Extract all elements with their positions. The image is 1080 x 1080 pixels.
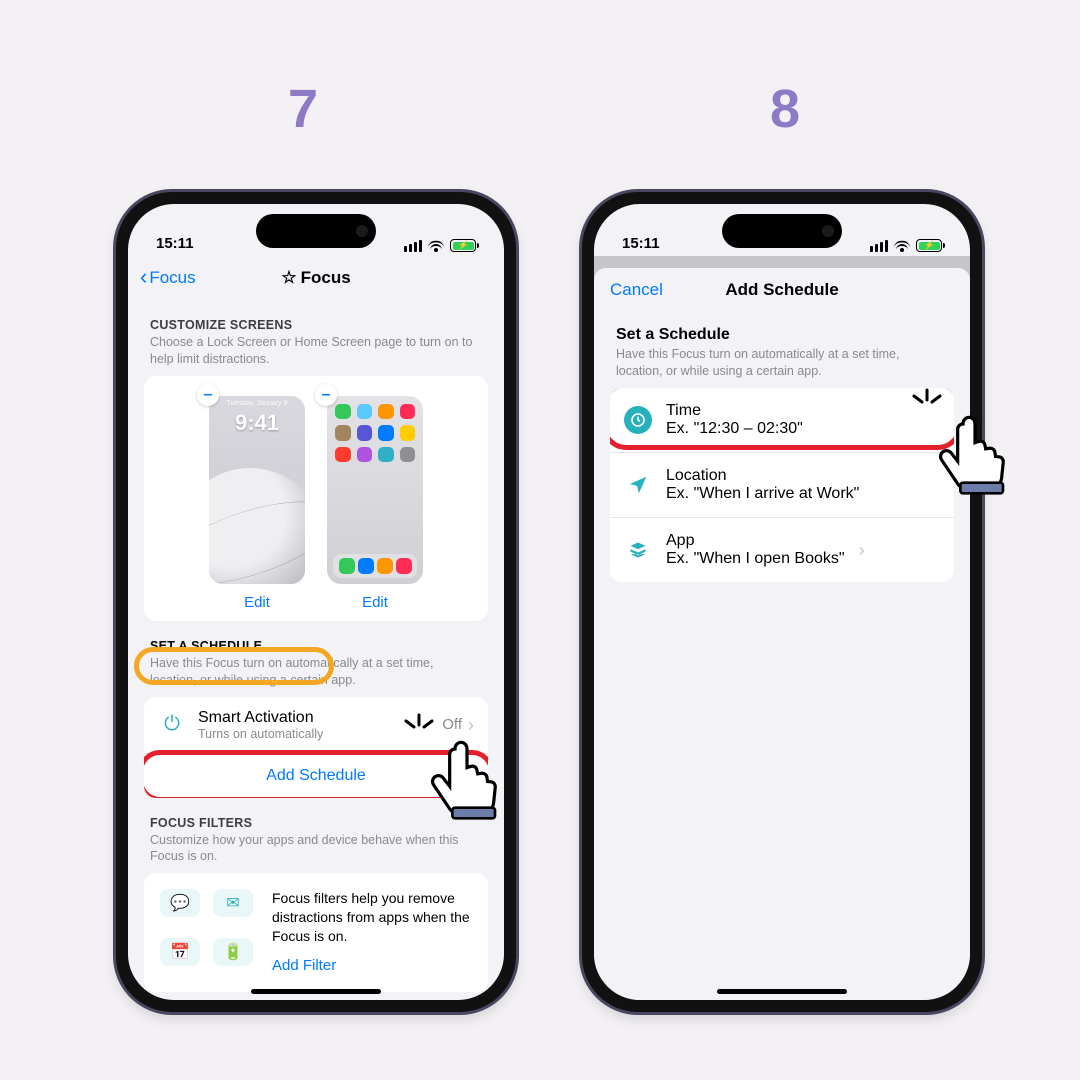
lock-time: 9:41 [209,410,305,436]
nav-bar: ‹ Focus ☆ Focus [128,256,504,300]
option-app-sub: Ex. "When I open Books" [666,550,845,568]
add-filter-link[interactable]: Add Filter [272,956,472,976]
back-label: Focus [149,268,195,288]
section-customize-heading: CUSTOMIZE SCREENS [150,318,482,332]
content-left: CUSTOMIZE SCREENS Choose a Lock Screen o… [128,300,504,1000]
section-filters-desc: Customize how your apps and device behav… [150,832,482,866]
section-customize-desc: Choose a Lock Screen or Home Screen page… [150,334,482,368]
wifi-icon [894,240,910,252]
screen-left: 15:11 ‹ Focus ☆ Focus CUSTOMIZE SCREENS … [128,204,504,1000]
cellular-icon [870,240,888,252]
dynamic-island [722,214,842,248]
edit-homescreen-link[interactable]: Edit [323,594,427,611]
schedule-options-card: Time Ex. "12:30 – 02:30" Location Ex. "W… [610,388,954,582]
power-icon: ⏻ [158,713,186,736]
mail-icon: ✉︎ [213,889,253,917]
page-title: ☆ Focus [281,268,350,288]
option-time-title: Time [666,402,803,420]
customize-card: Tuesday, January 9 9:41 – Edit – [144,376,488,621]
location-icon [624,474,652,496]
chevron-right-icon: › [859,541,865,559]
homescreen-preview[interactable]: – Edit [323,392,427,611]
section-set-schedule-heading: Set a Schedule [616,326,948,344]
status-time: 15:11 [622,235,660,252]
step-number-right: 8 [770,78,800,140]
remove-homescreen-button[interactable]: – [315,384,337,406]
smart-activation-row[interactable]: ⏻ Smart Activation Turns on automaticall… [144,697,488,753]
step-number-left: 7 [288,78,318,140]
sheet-title: Add Schedule [725,280,838,300]
lockscreen-preview[interactable]: Tuesday, January 9 9:41 – Edit [205,392,309,611]
filter-icons: 💬 ✉︎ 📅 🔋 [160,889,256,976]
messages-icon: 💬 [160,889,200,917]
screen-right: 15:11 Cancel Add Schedule Set a Schedule… [594,204,970,1000]
section-filters-heading: FOCUS FILTERS [150,816,482,830]
calendar-icon: 📅 [160,938,200,966]
back-button[interactable]: ‹ Focus [140,267,196,289]
battery-icon [916,239,942,252]
option-app-title: App [666,532,845,550]
edit-lockscreen-link[interactable]: Edit [205,594,309,611]
home-indicator[interactable] [717,989,847,994]
wifi-icon [428,240,444,252]
remove-lockscreen-button[interactable]: – [197,384,219,406]
option-app-row[interactable]: App Ex. "When I open Books" › [610,517,954,582]
add-schedule-button[interactable]: Add Schedule [144,753,488,798]
section-schedule-desc: Have this Focus turn on automatically at… [150,655,482,689]
option-location-title: Location [666,467,859,485]
star-icon: ☆ [281,268,296,288]
sheet-nav: Cancel Add Schedule [594,268,970,312]
dynamic-island [256,214,376,248]
home-indicator[interactable] [251,989,381,994]
chevron-left-icon: ‹ [140,266,147,288]
low-power-icon: 🔋 [213,938,253,966]
app-icon [624,540,652,560]
sheet: Cancel Add Schedule Set a Schedule Have … [594,268,970,1000]
filters-blurb: Focus filters help you remove distractio… [272,890,470,944]
option-time-row[interactable]: Time Ex. "12:30 – 02:30" [610,388,954,452]
phone-right: 15:11 Cancel Add Schedule Set a Schedule… [582,192,982,1012]
option-time-sub: Ex. "12:30 – 02:30" [666,420,803,438]
section-set-schedule-desc: Have this Focus turn on automatically at… [616,346,948,380]
cancel-button[interactable]: Cancel [610,280,663,300]
smart-activation-title: Smart Activation [198,709,430,727]
option-location-sub: Ex. "When I arrive at Work" [666,485,859,503]
schedule-card: ⏻ Smart Activation Turns on automaticall… [144,697,488,798]
filters-card: 💬 ✉︎ 📅 🔋 Focus filters help you remove d… [144,873,488,992]
battery-icon [450,239,476,252]
status-time: 15:11 [156,235,194,252]
clock-icon [624,406,652,434]
phone-left: 15:11 ‹ Focus ☆ Focus CUSTOMIZE SCREENS … [116,192,516,1012]
cellular-icon [404,240,422,252]
smart-activation-state: Off [442,716,462,733]
option-location-row[interactable]: Location Ex. "When I arrive at Work" [610,452,954,517]
chevron-right-icon: › [468,716,474,734]
lock-date: Tuesday, January 9 [209,400,305,407]
section-schedule-heading: SET A SCHEDULE [150,639,482,653]
smart-activation-sub: Turns on automatically [198,727,430,741]
